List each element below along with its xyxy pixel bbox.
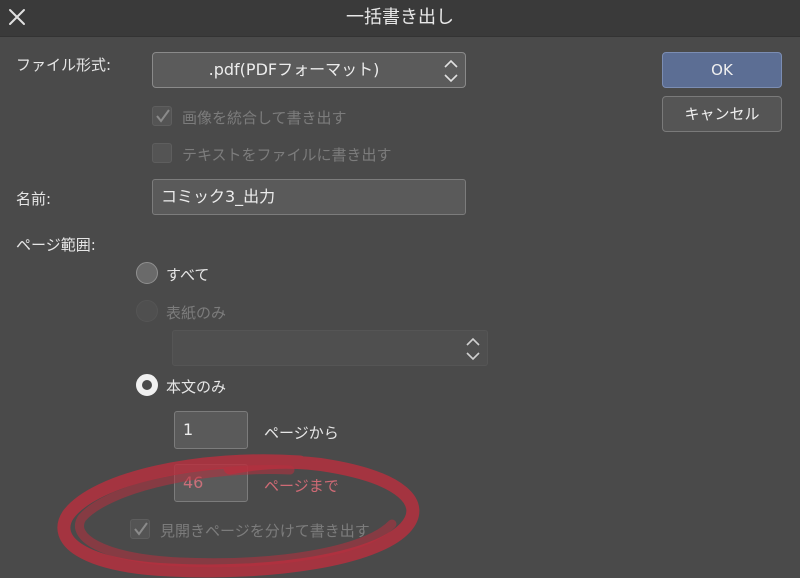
radio-body-only-label: 本文のみ (166, 378, 227, 396)
checkmark-icon (134, 522, 148, 536)
title-bar: 一括書き出し (0, 0, 800, 37)
page-from-input[interactable]: 1 (174, 411, 248, 449)
stepper-arrows-icon[interactable] (465, 336, 481, 362)
file-format-label: ファイル形式: (16, 56, 112, 74)
radio-all-label: すべて (166, 266, 210, 284)
radio-all[interactable] (136, 262, 158, 284)
file-format-select[interactable]: .pdf(PDFフォーマット) (152, 52, 466, 88)
file-format-value: .pdf(PDFフォーマット) (208, 60, 380, 79)
checkmark-icon (156, 109, 170, 123)
cover-select[interactable] (172, 330, 488, 366)
page-to-input[interactable]: 46 (174, 464, 248, 502)
dialog-title: 一括書き出し (346, 7, 454, 28)
export-text-checkbox[interactable] (152, 143, 172, 163)
name-label: 名前: (16, 190, 52, 208)
cancel-button[interactable]: キャンセル (662, 96, 782, 132)
name-input[interactable]: コミック3_出力 (152, 179, 466, 215)
stepper-arrows-icon[interactable] (443, 58, 459, 84)
radio-cover-only[interactable] (136, 300, 158, 322)
radio-body-only[interactable] (136, 374, 158, 396)
export-text-label: テキストをファイルに書き出す (182, 146, 392, 164)
page-from-label: ページから (264, 424, 339, 442)
merge-images-checkbox[interactable] (152, 106, 172, 126)
spread-split-label: 見開きページを分けて書き出す (160, 522, 370, 540)
page-to-label: ページまで (264, 477, 339, 495)
page-range-label: ページ範囲: (16, 236, 96, 254)
radio-cover-only-label: 表紙のみ (166, 304, 227, 322)
ok-button[interactable]: OK (662, 52, 782, 88)
spread-split-checkbox[interactable] (130, 519, 150, 539)
merge-images-label: 画像を統合して書き出す (182, 109, 347, 127)
